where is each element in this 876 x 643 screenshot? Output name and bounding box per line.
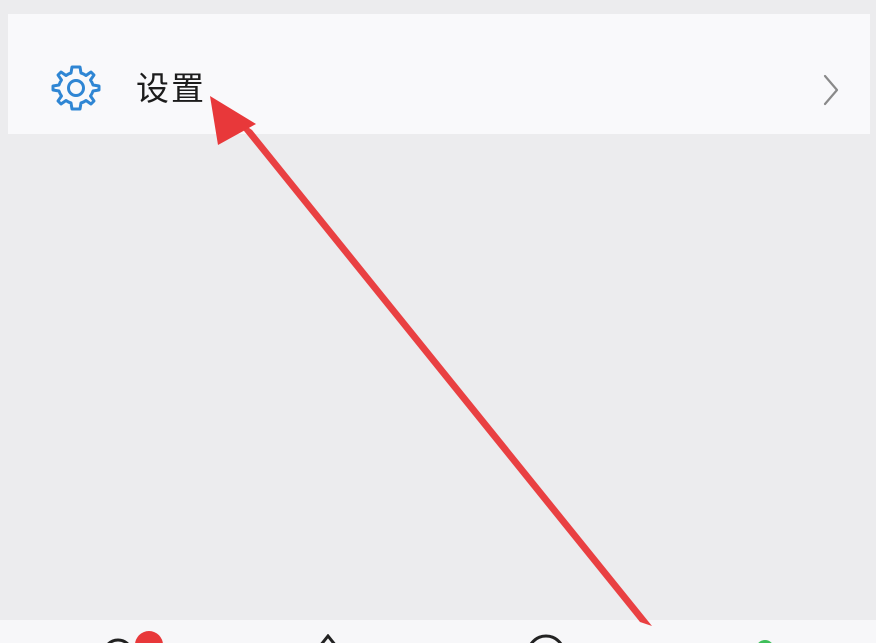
settings-label: 设置: [136, 69, 206, 108]
top-strip: [0, 0, 876, 14]
home-icon[interactable]: [100, 634, 136, 643]
tab-bar: [0, 620, 876, 643]
message-icon[interactable]: [524, 634, 568, 643]
chevron-right-icon: [823, 74, 839, 106]
content-area: [0, 134, 876, 620]
gear-icon: [51, 65, 101, 111]
settings-row[interactable]: 设置: [8, 14, 870, 134]
profile-icon[interactable]: [752, 636, 778, 643]
discover-icon[interactable]: [318, 634, 338, 643]
badge-dot: [135, 631, 163, 643]
